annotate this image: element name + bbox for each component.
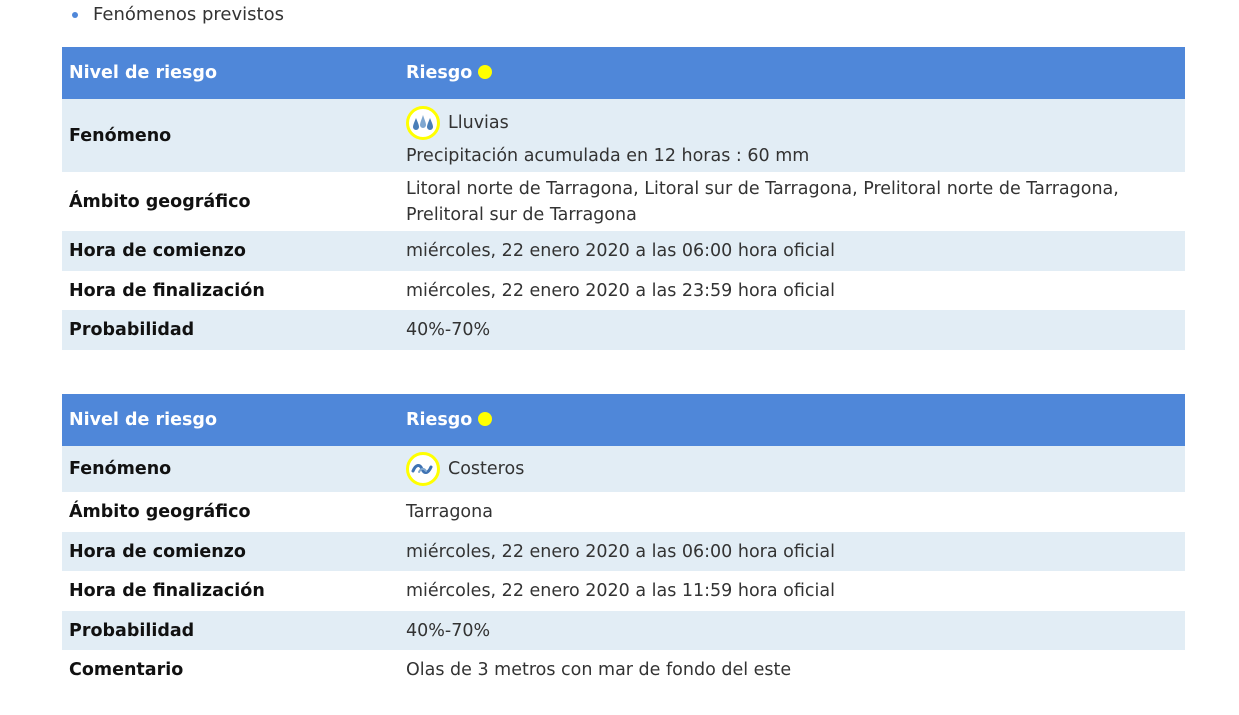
coastal-waves-icon	[406, 452, 440, 486]
row-label: Hora de finalización	[62, 571, 399, 611]
row-value: Costeros	[399, 446, 1185, 492]
header-risk: Riesgo	[399, 394, 1185, 446]
alert-header-row: Nivel de riesgo Riesgo	[62, 47, 1185, 99]
row-start: Hora de comienzo miércoles, 22 enero 202…	[62, 231, 1185, 271]
warnings-page: Fenómenos previstos Nivel de riesgo Ries…	[0, 0, 1239, 715]
row-probability: Probabilidad 40%-70%	[62, 611, 1185, 650]
row-area: Ámbito geográfico Litoral norte de Tarra…	[62, 172, 1185, 231]
row-label: Ámbito geográfico	[62, 172, 399, 231]
row-value: miércoles, 22 enero 2020 a las 06:00 hor…	[399, 231, 1185, 271]
row-label: Probabilidad	[62, 611, 399, 650]
phenomenon-name: Lluvias	[448, 112, 509, 133]
row-phenomenon: Fenómeno Costeros	[62, 446, 1185, 492]
header-risk-level: Nivel de riesgo	[62, 394, 399, 446]
alert-table-rain: Nivel de riesgo Riesgo Fenómeno Lluvias …	[62, 47, 1185, 350]
row-end: Hora de finalización miércoles, 22 enero…	[62, 271, 1185, 310]
row-value: Olas de 3 metros con mar de fondo del es…	[399, 650, 1185, 690]
row-probability: Probabilidad 40%-70%	[62, 310, 1185, 350]
risk-yellow-dot-icon	[478, 412, 493, 426]
row-end: Hora de finalización miércoles, 22 enero…	[62, 571, 1185, 611]
header-risk-label: Riesgo	[406, 63, 473, 83]
rain-drops-icon	[406, 105, 440, 140]
row-phenomenon: Fenómeno Lluvias Precipitación acumulada…	[62, 99, 1185, 172]
section-bullet-text: Fenómenos previstos	[93, 4, 284, 25]
row-value: Lluvias Precipitación acumulada en 12 ho…	[399, 99, 1185, 172]
row-start: Hora de comienzo miércoles, 22 enero 202…	[62, 532, 1185, 571]
row-label: Hora de comienzo	[62, 231, 399, 271]
phenomenon-name: Costeros	[448, 459, 525, 479]
phenomenon-detail: Precipitación acumulada en 12 horas : 60…	[406, 145, 810, 166]
row-label: Fenómeno	[62, 99, 399, 172]
header-risk-level: Nivel de riesgo	[62, 47, 399, 99]
row-value: Litoral norte de Tarragona, Litoral sur …	[399, 172, 1185, 231]
row-area: Ámbito geográfico Tarragona	[62, 492, 1185, 532]
bullet-dot	[72, 11, 78, 18]
row-label: Comentario	[62, 650, 399, 690]
alert-header-row: Nivel de riesgo Riesgo	[62, 394, 1185, 446]
row-value: miércoles, 22 enero 2020 a las 11:59 hor…	[399, 571, 1185, 611]
row-label: Hora de comienzo	[62, 532, 399, 571]
row-value: Tarragona	[399, 492, 1185, 532]
section-bullet: Fenómenos previstos	[72, 4, 284, 25]
row-comment: Comentario Olas de 3 metros con mar de f…	[62, 650, 1185, 690]
header-risk-label: Riesgo	[406, 410, 473, 430]
header-risk: Riesgo	[399, 47, 1185, 99]
row-value: miércoles, 22 enero 2020 a las 06:00 hor…	[399, 532, 1185, 571]
row-label: Ámbito geográfico	[62, 492, 399, 532]
alert-table-coastal: Nivel de riesgo Riesgo Fenómeno Costeros…	[62, 394, 1185, 690]
row-label: Probabilidad	[62, 310, 399, 350]
row-value: 40%-70%	[399, 611, 1185, 650]
risk-yellow-dot-icon	[478, 65, 493, 79]
row-label: Hora de finalización	[62, 271, 399, 310]
row-value: 40%-70%	[399, 310, 1185, 350]
row-value: miércoles, 22 enero 2020 a las 23:59 hor…	[399, 271, 1185, 310]
row-label: Fenómeno	[62, 446, 399, 492]
